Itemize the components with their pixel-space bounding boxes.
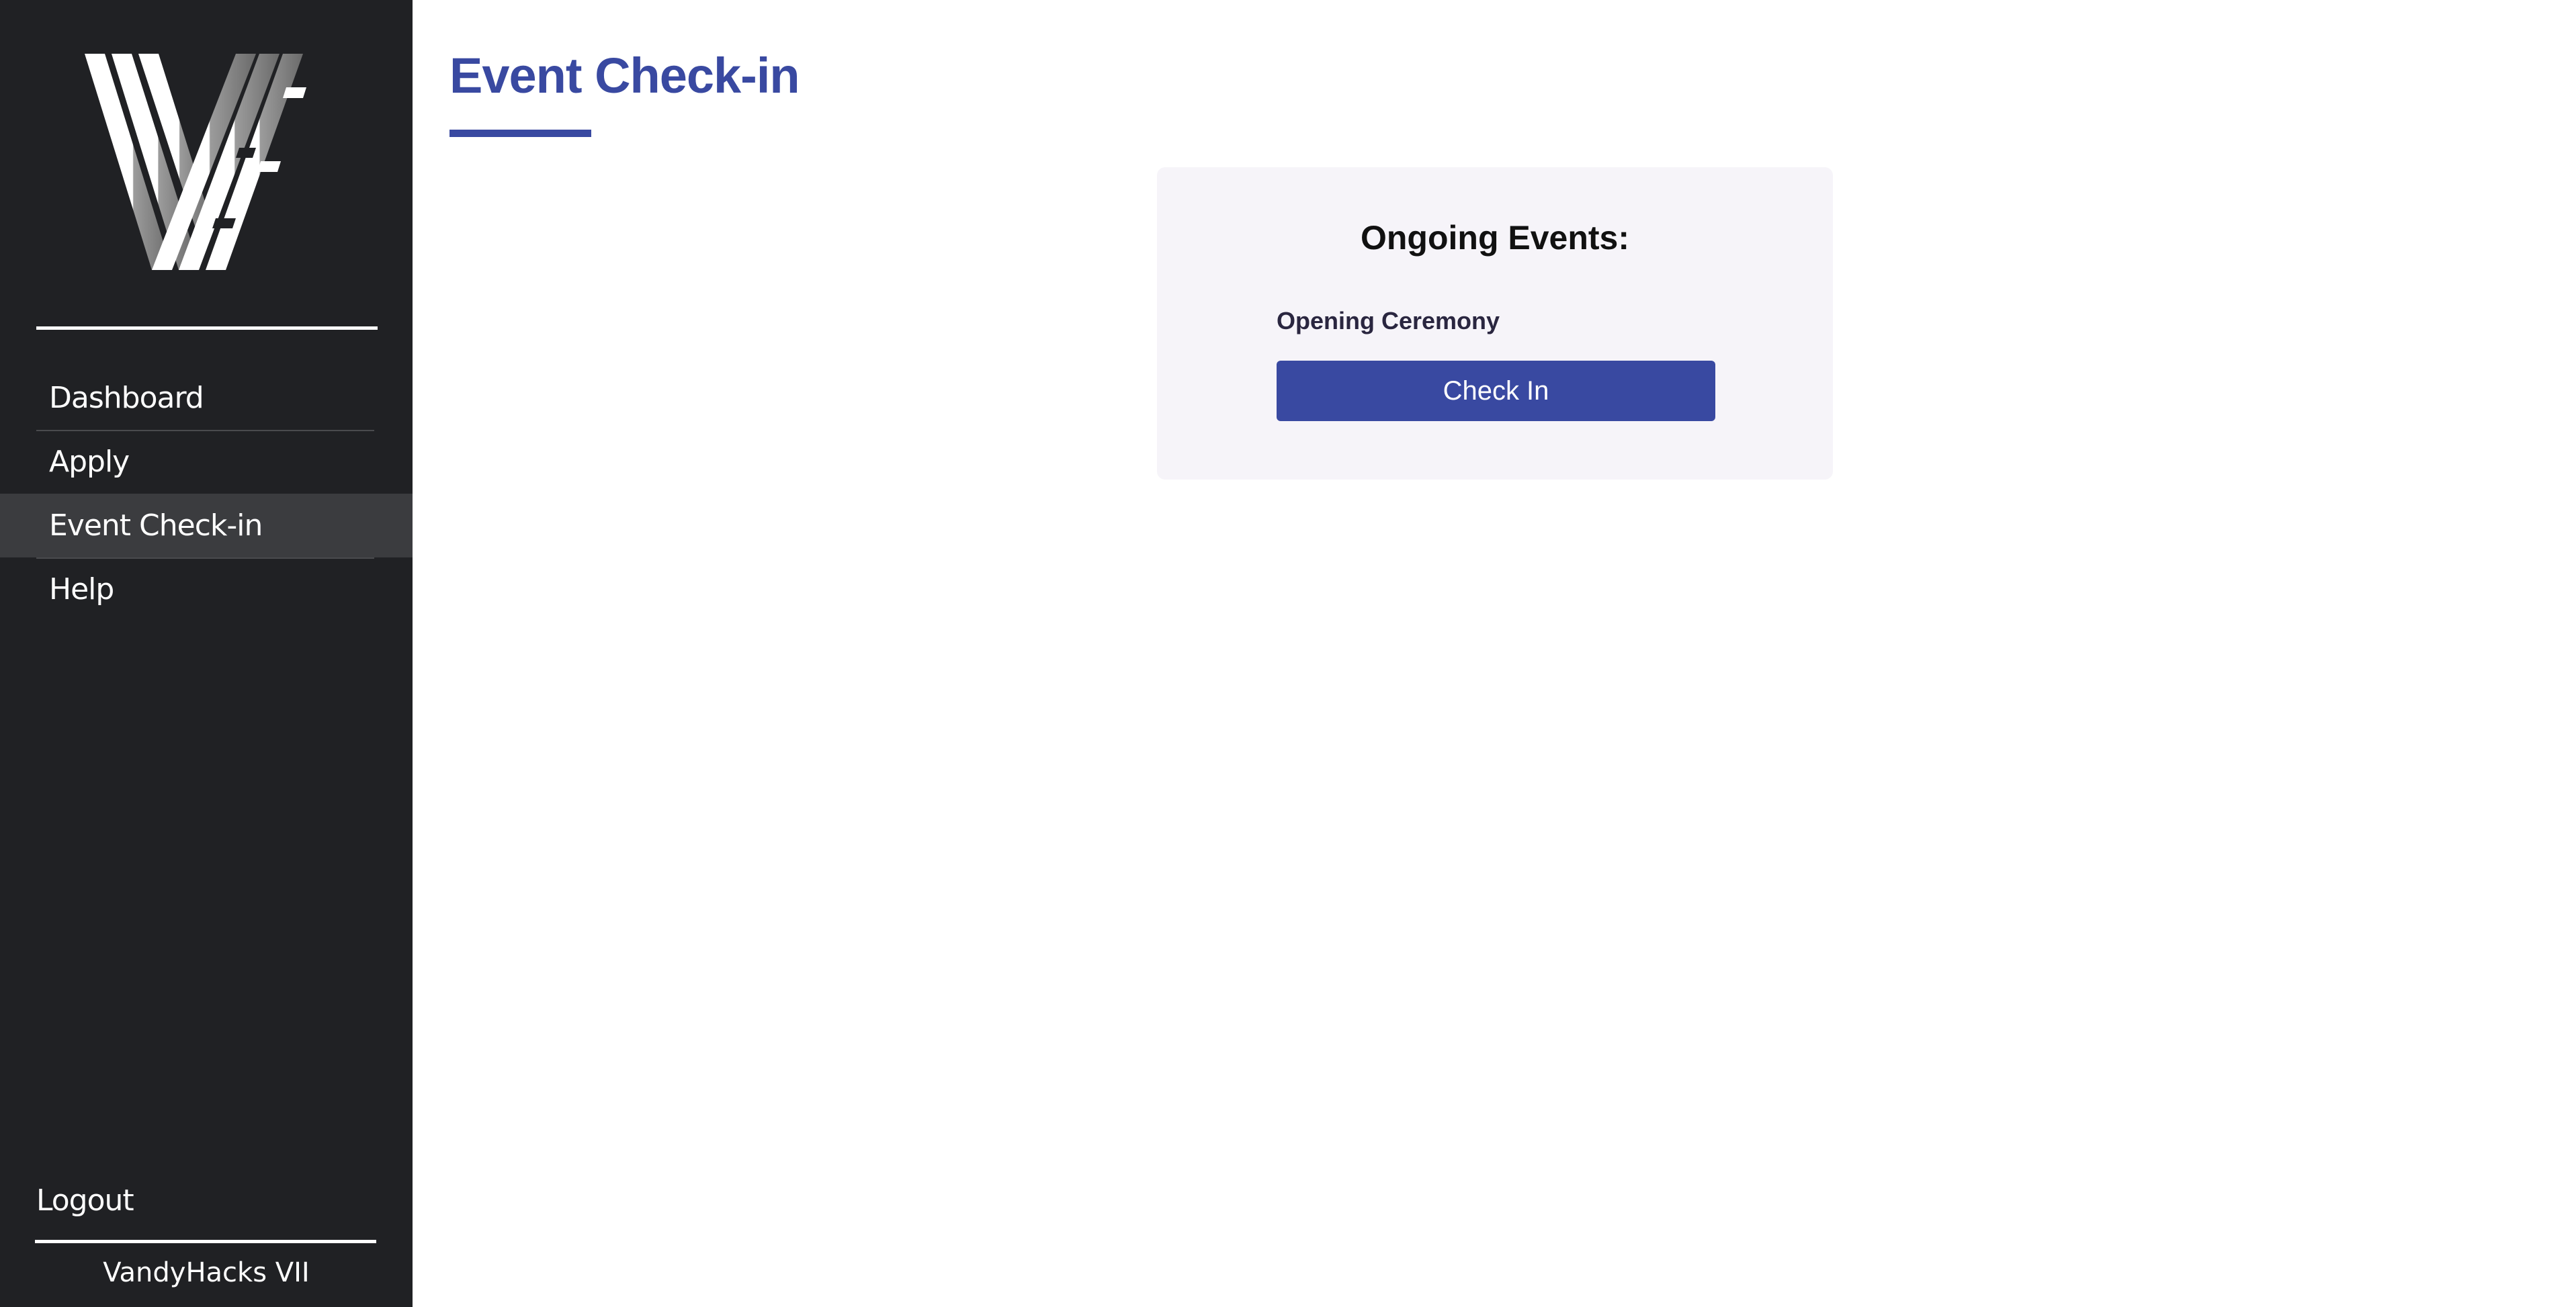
vandyhacks-v-logo-icon[interactable] xyxy=(85,54,327,270)
sidebar-divider xyxy=(36,326,378,330)
sidebar-item-label: Help xyxy=(49,572,114,606)
sidebar-item-event-check-in[interactable]: Event Check-in xyxy=(0,494,413,557)
logout-link[interactable]: Logout xyxy=(36,1183,134,1218)
sidebar-item-help[interactable]: Help xyxy=(0,557,413,621)
check-in-button[interactable]: Check In xyxy=(1277,361,1715,421)
sidebar: Dashboard Apply Event Check-in Help Logo… xyxy=(0,0,413,1307)
event-name: Opening Ceremony xyxy=(1277,307,1500,334)
page-title: Event Check-in xyxy=(449,48,800,103)
sidebar-item-label: Dashboard xyxy=(49,381,204,415)
sidebar-item-dashboard[interactable]: Dashboard xyxy=(0,366,413,430)
sidebar-divider xyxy=(35,1240,376,1243)
sidebar-item-apply[interactable]: Apply xyxy=(0,430,413,494)
sidebar-nav: Dashboard Apply Event Check-in Help xyxy=(0,366,413,621)
brand-name: VandyHacks VII xyxy=(103,1257,310,1288)
ongoing-events-card: Ongoing Events: Opening Ceremony Check I… xyxy=(1157,167,1833,480)
sidebar-item-label: Apply xyxy=(49,445,130,479)
sidebar-item-label: Event Check-in xyxy=(49,508,263,543)
card-heading: Ongoing Events: xyxy=(1361,219,1629,257)
logo-graphic xyxy=(85,54,306,270)
title-underline xyxy=(449,130,591,137)
